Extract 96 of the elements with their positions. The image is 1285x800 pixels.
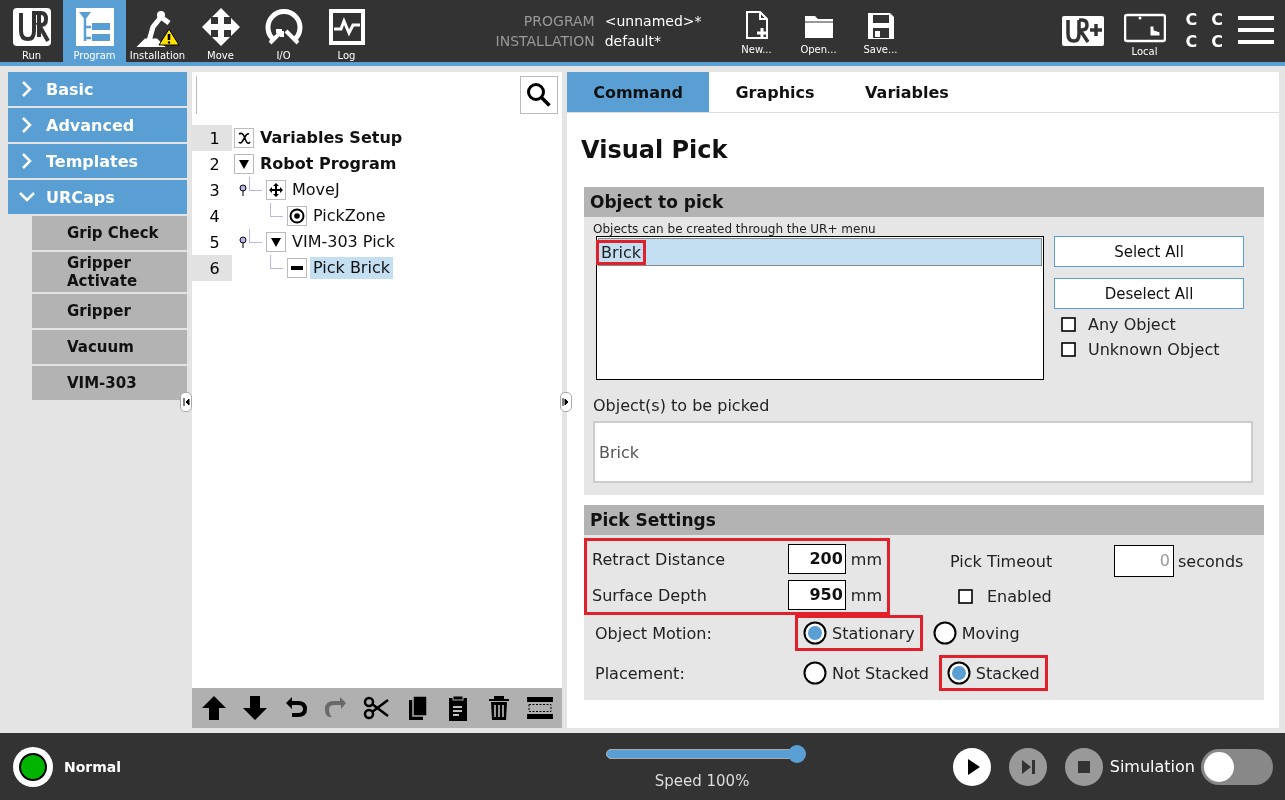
local-control-button[interactable]: Local xyxy=(1117,4,1172,58)
program-label: PROGRAM xyxy=(522,13,595,29)
urcap-item[interactable]: Vacuum xyxy=(32,330,187,364)
installation-name: default* xyxy=(604,33,662,49)
checkbox-label: Unknown Object xyxy=(1088,340,1220,359)
status-label: Normal xyxy=(64,758,122,775)
unit-label: mm xyxy=(850,549,882,569)
status-letter: C xyxy=(1211,31,1223,53)
select-button[interactable]: Deselect All xyxy=(1054,278,1244,309)
urcap-item[interactable]: VIM-303 xyxy=(32,366,187,400)
arrow-down-icon[interactable] xyxy=(241,694,269,722)
search-icon[interactable] xyxy=(526,82,552,108)
move-arrows-icon xyxy=(200,7,241,47)
field-label: Object(s) to be picked xyxy=(593,396,771,415)
installation-label: INSTALLATION xyxy=(495,33,595,49)
line-number: 1 xyxy=(192,125,232,151)
radio-label: Stacked xyxy=(975,663,1040,683)
radio-label: Stationary xyxy=(832,623,915,643)
tree-node[interactable]: Robot Program xyxy=(257,153,400,175)
number-field[interactable]: 200 xyxy=(788,544,846,574)
move-arrows-icon xyxy=(266,180,286,200)
ur-logo-icon xyxy=(11,7,52,47)
hint-text: Objects can be created through the UR+ menu xyxy=(593,222,877,236)
checkbox[interactable] xyxy=(1061,317,1076,332)
field-label: Pick Timeout xyxy=(950,551,1054,571)
dashed-bars-icon[interactable] xyxy=(525,694,554,722)
panel-tab[interactable]: Command xyxy=(567,72,709,112)
tablet-touch-icon xyxy=(1123,12,1166,44)
status-letter: C xyxy=(1185,9,1198,31)
program-name: <unnamed>* xyxy=(604,13,702,29)
checkbox[interactable] xyxy=(958,589,973,604)
tree-node[interactable]: Pick Brick xyxy=(310,257,393,279)
field-label: Retract Distance xyxy=(592,549,726,569)
radio-label: Not Stacked xyxy=(832,663,929,683)
unit-label: seconds xyxy=(1178,551,1244,571)
urplus-logo-icon[interactable] xyxy=(1061,16,1104,46)
line-number: 2 xyxy=(208,153,221,176)
play-button[interactable] xyxy=(953,747,992,786)
node-knob-icon xyxy=(239,184,247,196)
number-field[interactable]: 950 xyxy=(788,580,846,610)
line-number: 5 xyxy=(208,231,221,254)
radio-label: Moving xyxy=(961,623,1020,643)
urcap-item[interactable]: Grip Check xyxy=(32,216,187,250)
status-letter: C xyxy=(1211,9,1223,31)
field-label: Surface Depth xyxy=(592,585,708,605)
line-number: 4 xyxy=(208,205,221,228)
nav-tab[interactable]: Run xyxy=(0,0,63,62)
radio-button[interactable] xyxy=(803,661,827,685)
line-number: 6 xyxy=(192,255,232,281)
urcap-item[interactable]: Gripper xyxy=(32,294,187,328)
radio-button[interactable] xyxy=(946,661,971,685)
variable-x-icon xyxy=(234,128,254,148)
file-button[interactable]: Open... xyxy=(787,0,850,62)
new-file-icon xyxy=(744,10,769,40)
waypoint-target-icon xyxy=(287,206,307,226)
simulation-label: Simulation xyxy=(1109,757,1195,776)
radio-button[interactable] xyxy=(932,621,957,645)
program-tree-icon xyxy=(74,7,115,47)
file-button[interactable]: New... xyxy=(725,0,788,62)
status-letter: C xyxy=(1185,31,1198,53)
field-label: Object Motion: xyxy=(595,623,713,643)
status-indicator-icon xyxy=(12,745,54,788)
unit-label: mm xyxy=(850,585,882,605)
tree-node[interactable]: Variables Setup xyxy=(257,127,406,149)
file-button[interactable]: Save... xyxy=(849,0,912,62)
simulation-toggle[interactable] xyxy=(1201,748,1273,785)
checkbox[interactable] xyxy=(1061,342,1076,357)
line-number: 3 xyxy=(208,179,221,202)
resize-handle-icon[interactable] xyxy=(560,392,572,412)
section-header: Pick Settings xyxy=(584,505,1264,535)
node-knob-icon xyxy=(239,236,247,248)
speed-label: Speed 100% xyxy=(654,771,750,790)
scissors-icon[interactable] xyxy=(362,694,391,722)
checkbox-label: Any Object xyxy=(1088,315,1176,334)
select-button[interactable]: Select All xyxy=(1054,236,1244,267)
node-title: Visual Pick xyxy=(581,135,729,165)
tree-node[interactable]: VIM-303 Pick xyxy=(289,231,398,253)
urcap-item[interactable]: Gripper Activate xyxy=(32,252,187,292)
object-item[interactable]: Brick xyxy=(598,238,1042,266)
field-label: Placement: xyxy=(595,663,686,683)
picked-objects-field: Brick xyxy=(593,421,1253,483)
section-header: Object to pick xyxy=(584,187,1264,217)
nav-tab[interactable]: Move xyxy=(189,0,252,62)
search-field[interactable] xyxy=(196,76,558,114)
checkbox-label: Enabled xyxy=(987,587,1052,606)
dash-icon xyxy=(287,258,307,278)
resize-handle-icon[interactable] xyxy=(180,392,192,412)
tree-node[interactable]: MoveJ xyxy=(289,179,343,201)
nav-tab[interactable]: Installation xyxy=(126,0,189,62)
nav-tab[interactable]: I/O xyxy=(252,0,315,62)
radio-button[interactable] xyxy=(803,621,827,645)
tree-node[interactable]: PickZone xyxy=(310,205,389,227)
nav-tab[interactable]: Log xyxy=(315,0,378,62)
log-graph-icon xyxy=(326,7,367,47)
io-ring-icon xyxy=(263,7,304,47)
arrow-up-icon[interactable] xyxy=(200,694,229,722)
